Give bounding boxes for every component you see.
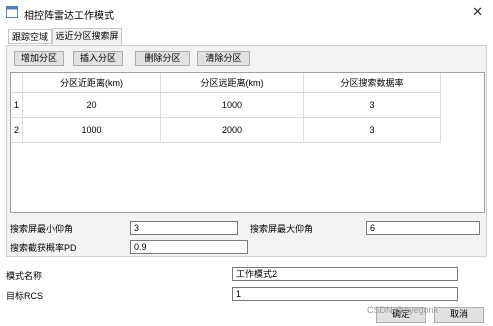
close-icon[interactable]: ✕ (472, 4, 483, 20)
target-rcs-label: 目标RCS (6, 291, 44, 301)
max-elevation-label: 搜索屏最大仰角 (250, 224, 314, 234)
table-cell[interactable]: 1000 (23, 118, 161, 143)
table-cell[interactable]: 2000 (161, 118, 304, 143)
row-header[interactable]: 2 (11, 118, 23, 143)
app-icon (6, 6, 18, 18)
zone-table[interactable]: 分区近距离(km) 分区远距离(km) 分区搜索数据率 1 20 1000 3 … (10, 72, 485, 213)
title-bar: 相控阵雷达工作模式 ✕ (0, 0, 493, 26)
column-header-rate[interactable]: 分区搜索数据率 (304, 73, 441, 93)
add-zone-button[interactable]: 增加分区 (14, 51, 64, 66)
column-header-far[interactable]: 分区远距离(km) (161, 73, 304, 93)
min-elevation-input[interactable]: 3 (130, 221, 238, 235)
delete-zone-button[interactable]: 删除分区 (135, 51, 190, 66)
pd-input[interactable]: 0.9 (130, 240, 248, 254)
tab-near-far-search[interactable]: 远近分区搜索屏 (52, 28, 122, 45)
insert-zone-button[interactable]: 插入分区 (73, 51, 123, 66)
watermark: CSDN @eyegonk (367, 305, 439, 315)
tab-tracking-airspace[interactable]: 跟踪空域 (8, 29, 52, 44)
column-header-near[interactable]: 分区近距离(km) (23, 73, 161, 93)
min-elevation-label: 搜索屏最小仰角 (10, 224, 74, 234)
table-corner (11, 73, 23, 93)
tab-label: 远近分区搜索屏 (55, 31, 119, 41)
tab-label: 跟踪空域 (11, 32, 48, 42)
target-rcs-input[interactable]: 1 (232, 287, 458, 301)
max-elevation-input[interactable]: 6 (366, 221, 480, 235)
table-cell[interactable]: 20 (23, 93, 161, 118)
table-cell[interactable]: 3 (304, 118, 441, 143)
clear-zone-button[interactable]: 清除分区 (197, 51, 250, 66)
row-header[interactable]: 1 (11, 93, 23, 118)
mode-name-input[interactable]: 工作模式2 (232, 267, 458, 281)
window-title: 相控阵雷达工作模式 (24, 11, 114, 22)
cancel-button[interactable]: 取消 (434, 307, 484, 323)
pd-label: 搜索截获概率PD (10, 243, 77, 253)
table-cell[interactable]: 3 (304, 93, 441, 118)
table-cell[interactable]: 1000 (161, 93, 304, 118)
mode-name-label: 模式名称 (6, 271, 43, 281)
